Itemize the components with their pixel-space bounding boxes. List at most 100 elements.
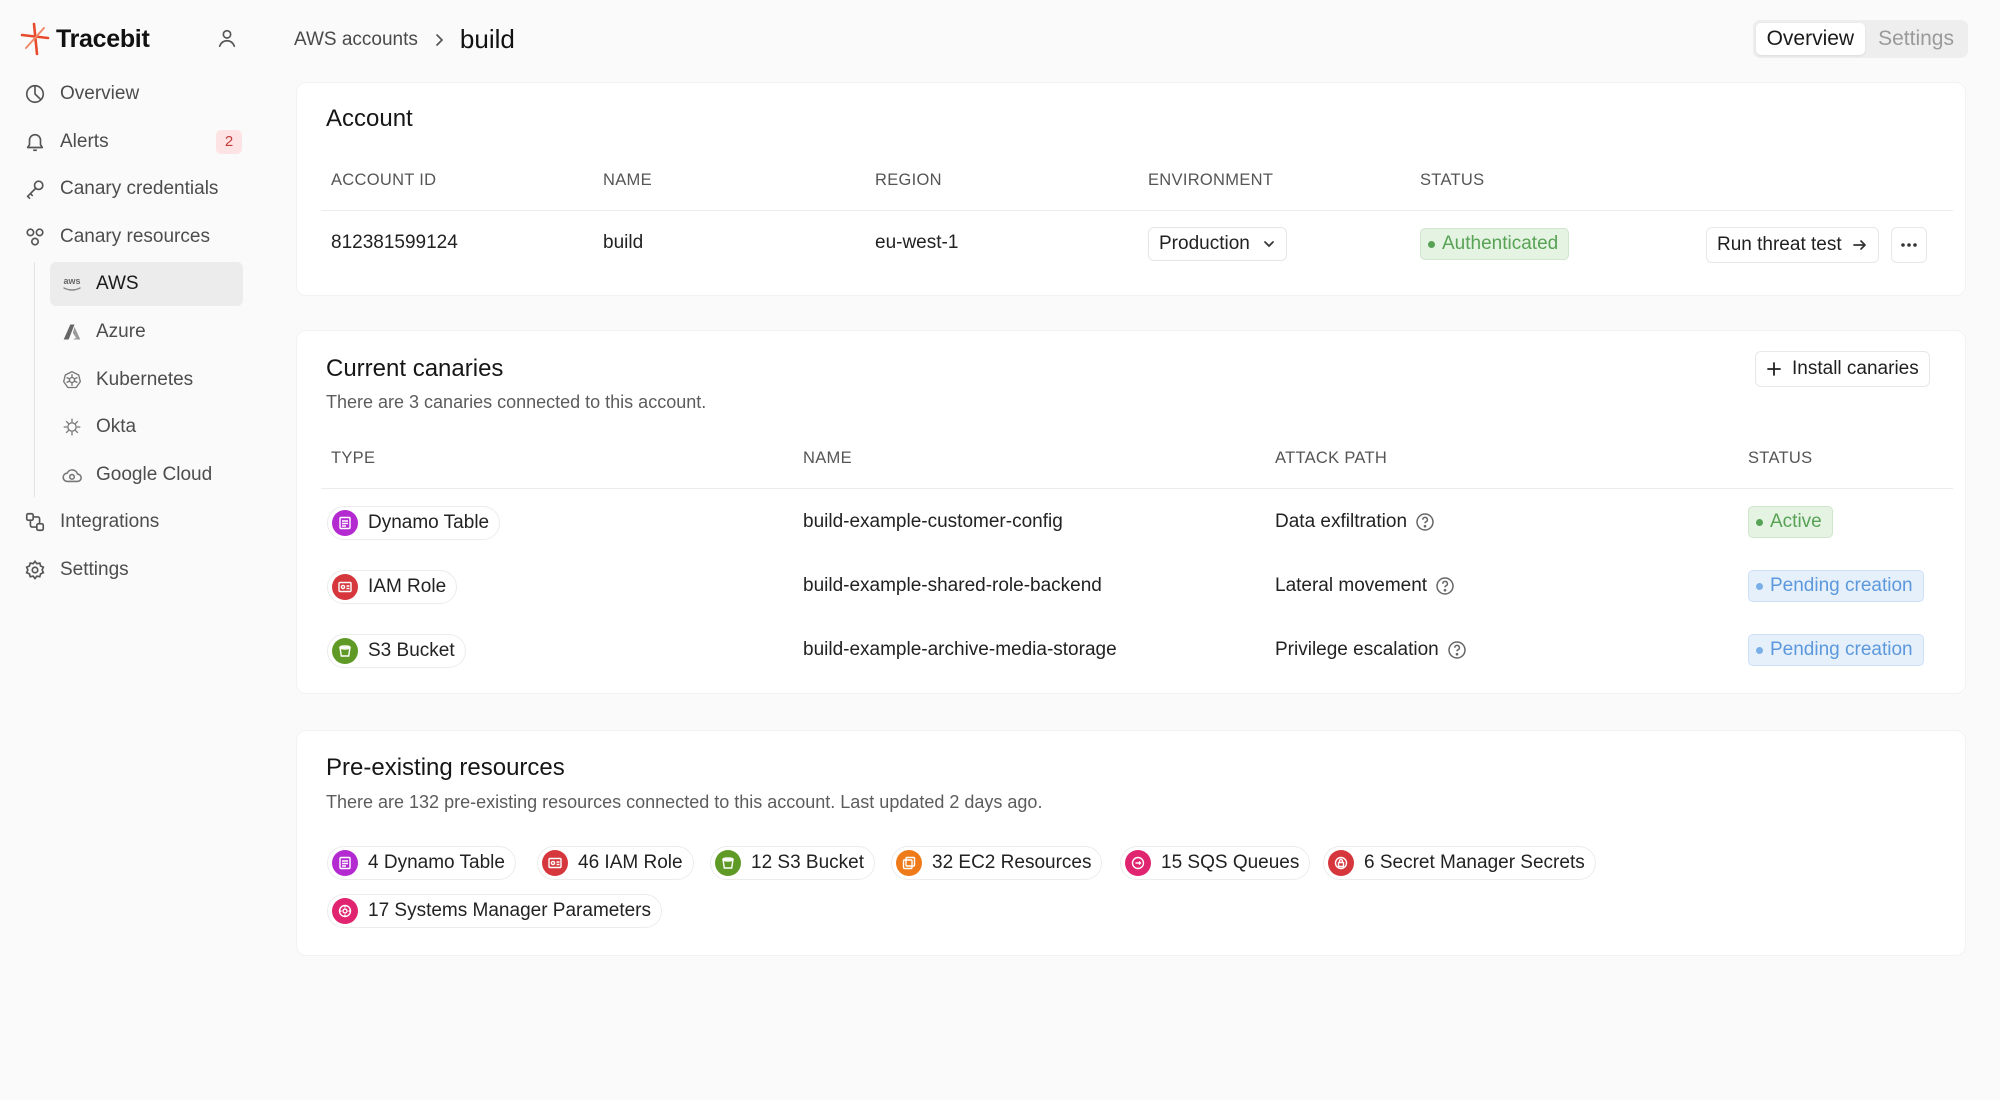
sidebar-item-okta[interactable]: Okta (50, 405, 243, 449)
chevron-right-icon (436, 33, 444, 46)
preexisting-resources-card: Pre-existing resources There are 132 pre… (296, 730, 1966, 956)
sidebar-item-canary-credentials[interactable]: Canary credentials (18, 167, 242, 211)
sidebar-item-label: AWS (96, 273, 139, 295)
canary-type-label: IAM Role (368, 576, 447, 597)
resource-count-label: 32 EC2 Resources (932, 852, 1092, 873)
canary-status-badge: Pending creation (1748, 570, 1924, 602)
canary-attack-path: Lateral movement (1275, 575, 1455, 597)
divider (321, 488, 1953, 489)
s3-bucket-icon (715, 850, 741, 876)
canaries-card-title: Current canaries (326, 355, 504, 382)
canary-type-chip: Dynamo Table (327, 506, 501, 540)
status-dot (1756, 582, 1763, 590)
sidebar-item-label: Alerts (60, 130, 109, 152)
sidebar-item-settings[interactable]: Settings (18, 548, 242, 592)
breadcrumb-parent-link[interactable]: AWS accounts (294, 29, 418, 51)
kubernetes-icon (60, 368, 84, 392)
user-profile-button[interactable] (213, 24, 241, 52)
svg-text:aws: aws (63, 276, 80, 286)
resource-count-chip: 4 Dynamo Table (327, 846, 516, 880)
resource-count-label: 46 IAM Role (578, 852, 683, 873)
sidebar-item-google-cloud[interactable]: Google Cloud (50, 453, 243, 497)
sidebar-item-label: Google Cloud (96, 463, 213, 485)
attack-path-label: Lateral movement (1275, 575, 1428, 596)
sidebar-item-overview[interactable]: Overview (18, 72, 242, 116)
account-status-badge: Authenticated (1420, 228, 1570, 260)
canary-name: build-example-shared-role-backend (803, 575, 1102, 596)
breadcrumb: AWS accounts build (294, 24, 515, 55)
tab-settings[interactable]: Settings (1867, 23, 1965, 55)
sidebar-item-aws[interactable]: aws AWS (50, 262, 243, 307)
canary-name: build-example-archive-media-storage (803, 639, 1117, 660)
ec2-icon (896, 850, 922, 876)
resource-count-label: 6 Secret Manager Secrets (1364, 852, 1585, 873)
brand-name: Tracebit (56, 24, 150, 53)
canary-attack-path: Data exfiltration (1275, 511, 1435, 533)
sidebar-item-label: Kubernetes (96, 368, 194, 390)
plus-icon (1767, 362, 1781, 376)
page-title: build (459, 24, 515, 54)
resource-count-label: 17 Systems Manager Parameters (368, 900, 652, 921)
col-header-region: REGION (875, 171, 942, 189)
canary-status-text: Active (1770, 511, 1822, 532)
chevron-down-icon (1263, 241, 1274, 248)
iam-role-icon (332, 574, 358, 600)
run-threat-test-label: Run threat test (1717, 234, 1842, 255)
resource-count-chip: 6 Secret Manager Secrets (1323, 846, 1596, 880)
aws-icon: aws (60, 272, 84, 296)
sidebar-item-alerts[interactable]: Alerts 2 (18, 120, 242, 164)
install-canaries-button[interactable]: Install canaries (1755, 351, 1930, 387)
sidebar-item-canary-resources[interactable]: Canary resources (18, 215, 242, 259)
resource-count-chip: 46 IAM Role (537, 846, 694, 880)
cloud-icon (60, 463, 84, 487)
environment-select[interactable]: Production (1148, 227, 1287, 261)
account-status-text: Authenticated (1442, 233, 1559, 254)
app-root: Tracebit Overview Alerts 2 Canary creden… (0, 0, 2000, 1100)
sidebar-item-integrations[interactable]: Integrations (18, 500, 242, 544)
current-canaries-card: Current canaries There are 3 canaries co… (296, 330, 1966, 694)
account-region-value: eu-west-1 (875, 232, 959, 253)
help-circle-icon[interactable] (1447, 640, 1467, 660)
sidebar-item-label: Settings (60, 558, 129, 580)
chart-pie-icon (22, 81, 48, 107)
canary-type-chip: IAM Role (327, 570, 458, 604)
help-circle-icon[interactable] (1435, 576, 1455, 596)
run-threat-test-button[interactable]: Run threat test (1706, 227, 1879, 263)
user-icon (218, 29, 236, 48)
col-header-name: NAME (603, 171, 652, 189)
key-icon (22, 176, 48, 202)
account-id-value: 812381599124 (331, 232, 458, 253)
alerts-count-badge: 2 (216, 129, 242, 154)
col-header-attack-path: ATTACK PATH (1275, 449, 1388, 467)
sidebar-nav: Overview Alerts 2 Canary credentials Can… (18, 72, 243, 596)
divider (321, 210, 1953, 211)
col-header-status: STATUS (1420, 171, 1485, 189)
brand-logo[interactable]: Tracebit (20, 22, 150, 56)
sqs-queue-icon (1125, 850, 1151, 876)
view-tabs: Overview Settings (1752, 20, 1968, 58)
status-dot (1428, 240, 1435, 248)
canary-status-badge: Pending creation (1748, 634, 1924, 666)
attack-path-label: Data exfiltration (1275, 511, 1408, 532)
azure-icon (60, 320, 84, 344)
account-card-title: Account (326, 105, 413, 132)
dynamo-table-icon (332, 850, 358, 876)
resource-count-label: 15 SQS Queues (1161, 852, 1300, 873)
secret-manager-icon (1328, 850, 1354, 876)
tracebit-logo-icon (20, 22, 50, 56)
sidebar-item-label: Canary resources (60, 225, 210, 247)
sidebar: Tracebit Overview Alerts 2 Canary creden… (0, 0, 260, 1100)
canary-type-chip: S3 Bucket (327, 634, 466, 668)
dynamo-table-icon (332, 510, 358, 536)
canary-attack-path: Privilege escalation (1275, 639, 1467, 661)
sidebar-item-azure[interactable]: Azure (50, 310, 243, 354)
sidebar-item-kubernetes[interactable]: Kubernetes (50, 358, 243, 402)
col-header-environment: ENVIRONMENT (1148, 171, 1274, 189)
okta-icon (60, 415, 84, 439)
account-card: Account ACCOUNT ID NAME REGION ENVIRONME… (296, 82, 1966, 296)
tab-overview[interactable]: Overview (1755, 23, 1866, 55)
bell-icon (22, 129, 48, 155)
more-options-button[interactable] (1891, 227, 1927, 263)
help-circle-icon[interactable] (1415, 512, 1435, 532)
account-name-value: build (603, 232, 644, 253)
